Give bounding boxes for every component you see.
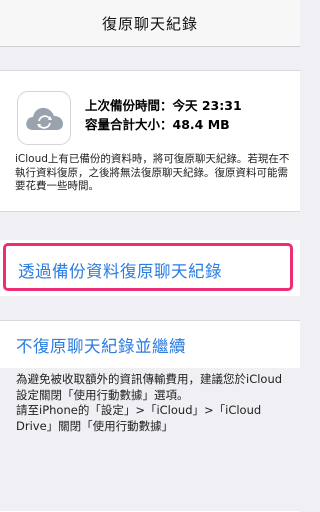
navigation-bar: 復原聊天紀錄 xyxy=(0,0,300,47)
last-backup-time: 上次備份時間：今天 23:31 xyxy=(85,98,242,113)
restore-from-backup-button[interactable]: 透過備份資料復原聊天紀錄 xyxy=(18,258,222,282)
backup-total-size: 容量合計大小：48.4 MB xyxy=(85,117,230,132)
page-title: 復原聊天紀錄 xyxy=(101,14,198,33)
mobile-data-instructions: 請至iPhone的「設定」>「iCloud」>「iCloud Drive」關閉「… xyxy=(16,403,262,433)
backup-info-card: 上次備份時間：今天 23:31 容量合計大小：48.4 MB iCloud上有已… xyxy=(0,70,300,212)
skip-restore-note: 為避免被收取額外的資訊傳輸費用，建議您於iCloud設定關閉「使用行動數據」選項… xyxy=(16,370,295,440)
backup-meta: 上次備份時間：今天 23:31 容量合計大小：48.4 MB xyxy=(85,96,242,134)
mobile-data-advice: 為避免被收取額外的資訊傳輸費用，建議您於iCloud設定關閉「使用行動數據」選項… xyxy=(16,372,283,402)
icloud-sync-icon xyxy=(17,91,71,145)
backup-description: iCloud上有已備份的資料時，將可復原聊天紀錄。若現在不執行資料復原，之後將無… xyxy=(15,153,290,192)
skip-restore-button[interactable]: 不復原聊天紀錄並繼續 xyxy=(16,333,186,357)
